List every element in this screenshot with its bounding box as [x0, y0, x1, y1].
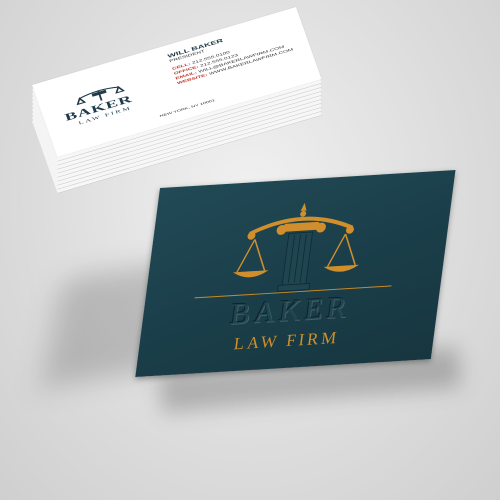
contact-block: WILL BAKER PRESIDENT CELL: 212.555.0100 …: [167, 18, 301, 86]
front-business-card: BAKER LAW FIRM: [135, 170, 456, 378]
column-icon: [276, 231, 313, 292]
back-card-logo: BAKER LAW FIRM: [59, 77, 148, 129]
business-card-mockup: BAKER LAW FIRM WILL BAKER PRESIDENT CELL…: [0, 0, 500, 500]
